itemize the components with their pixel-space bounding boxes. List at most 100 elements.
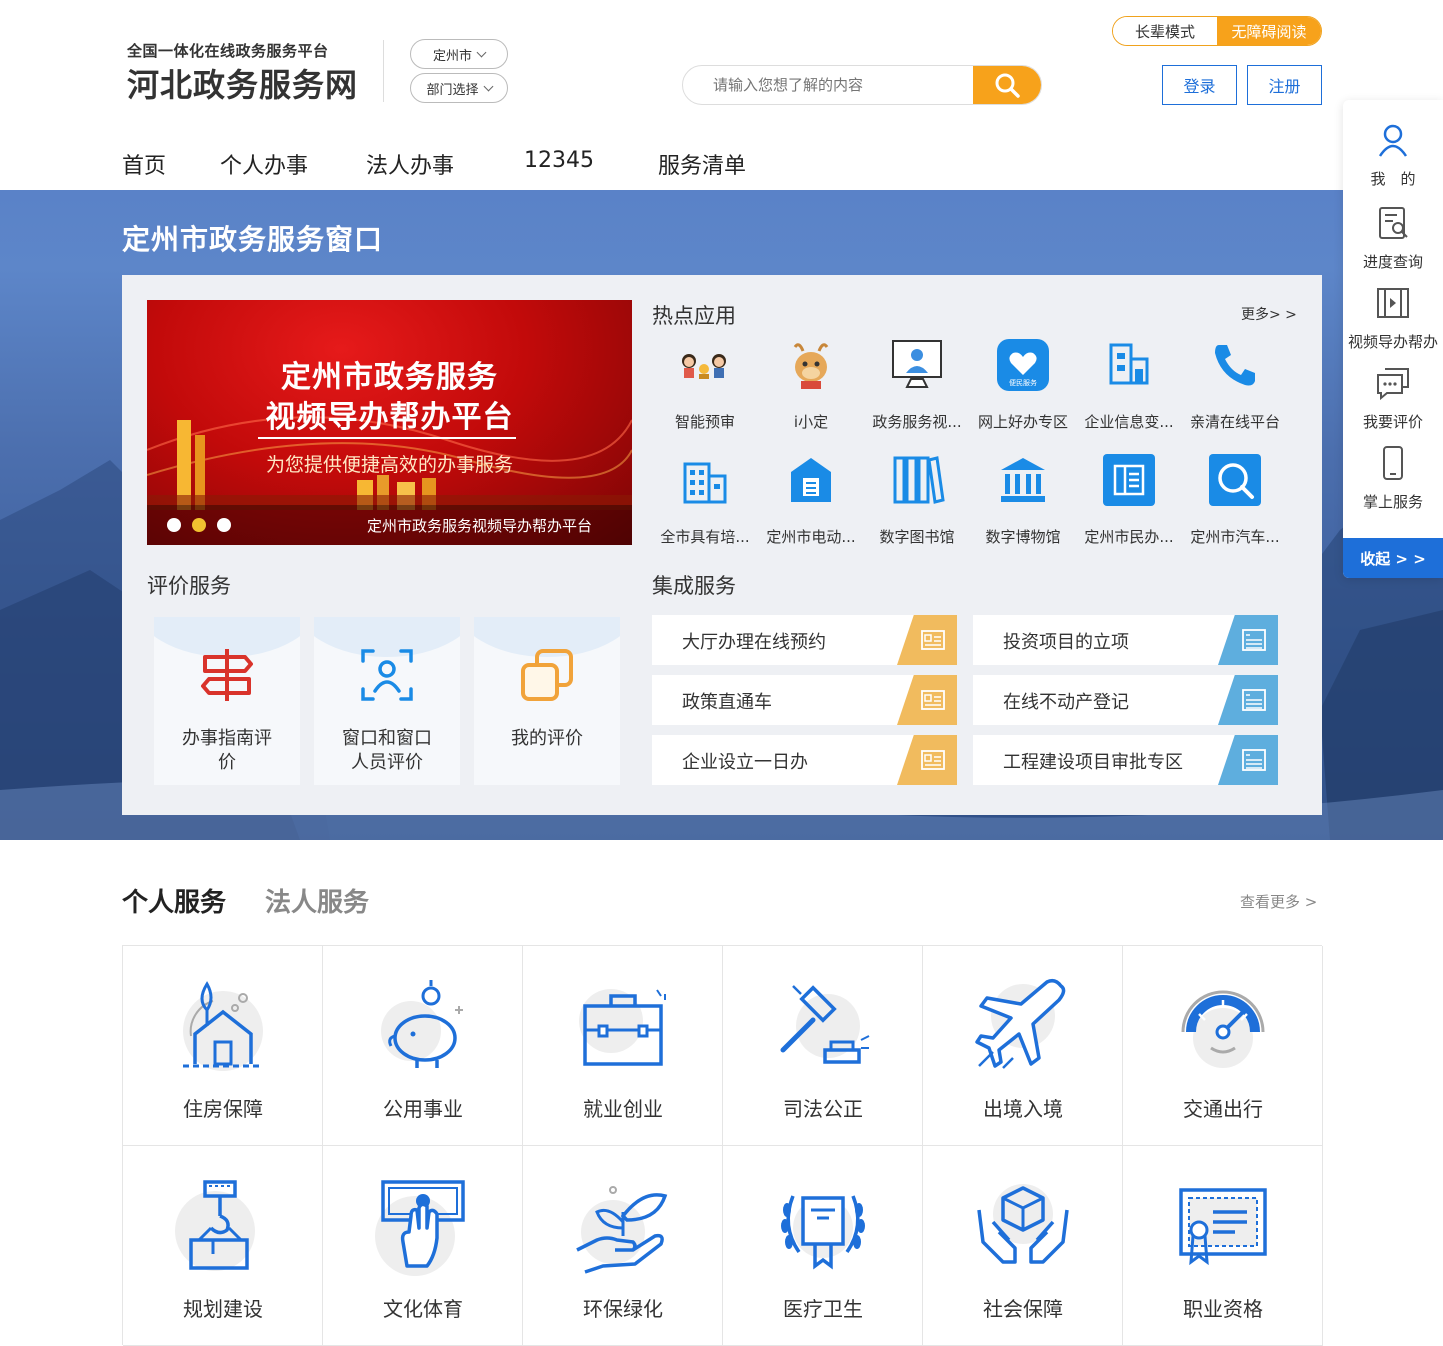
service-item[interactable]: 住房保障 — [123, 946, 323, 1146]
service-item[interactable]: 职业资格 — [1123, 1146, 1323, 1346]
hot-app-item[interactable]: 便民服务 网上好办专区 — [970, 337, 1076, 432]
search-input[interactable] — [683, 66, 973, 104]
service-item[interactable]: 规划建设 — [123, 1146, 323, 1346]
integrated-service-label: 在线不动产登记 — [1003, 692, 1129, 713]
site-logo[interactable]: 河北政务服务网 — [127, 60, 358, 106]
integrated-service-label: 投资项目的立项 — [1003, 632, 1129, 653]
sidebar-item-label: 我要评价 — [1362, 413, 1423, 431]
sidebar-item-label: 掌上服务 — [1362, 493, 1423, 511]
tab-legal-services[interactable]: 法人服务 — [265, 882, 369, 919]
integrated-service-item[interactable]: 投资项目的立项 — [973, 615, 1278, 665]
sidebar-item-mobile[interactable]: 掌上服务 — [1343, 445, 1443, 512]
id-card-icon — [897, 735, 957, 785]
progress-search-icon — [1379, 207, 1408, 239]
accessible-reading-button[interactable]: 无障碍阅读 — [1217, 17, 1321, 45]
integrated-service-item[interactable]: 在线不动产登记 — [973, 675, 1278, 725]
hot-app-item[interactable]: 企业信息变... — [1076, 337, 1182, 432]
carousel-dot[interactable] — [167, 518, 181, 532]
service-item[interactable]: 环保绿化 — [523, 1146, 723, 1346]
plant-hand-icon — [576, 1186, 668, 1274]
elder-mode-button[interactable]: 长辈模式 — [1113, 17, 1217, 45]
eval-item[interactable]: 窗口和窗口人员评价 — [314, 617, 460, 785]
register-button[interactable]: 注册 — [1247, 65, 1322, 105]
sidebar-item-evaluate[interactable]: 我要评价 — [1343, 365, 1443, 432]
service-label: 环保绿化 — [583, 1297, 663, 1321]
hot-apps-more-link[interactable]: 更多> > — [1241, 304, 1297, 324]
signpost-icon — [201, 649, 253, 701]
carousel-dot-active[interactable] — [192, 518, 206, 532]
service-label: 公用事业 — [383, 1097, 463, 1121]
hot-app-item[interactable]: 政务服务视... — [864, 337, 970, 432]
hot-app-item[interactable]: 定州市民办... — [1076, 452, 1182, 547]
login-button[interactable]: 登录 — [1162, 65, 1237, 105]
hot-app-item[interactable]: i小定 — [758, 337, 864, 432]
integrated-service-item[interactable]: 企业设立一日办 — [652, 735, 957, 785]
sidebar-collapse-button[interactable]: 收起 > > — [1343, 538, 1443, 578]
hot-app-item[interactable]: 全市具有培... — [652, 452, 758, 547]
service-item[interactable]: 出境入境 — [923, 946, 1123, 1146]
carousel-dot[interactable] — [217, 518, 231, 532]
sidebar-item-video-guide[interactable]: 视频导办帮办 — [1343, 285, 1443, 352]
people-cartoon-icon — [677, 337, 733, 393]
integrated-service-item[interactable]: 政策直通车 — [652, 675, 957, 725]
search-bar — [682, 65, 1042, 105]
books-icon — [889, 452, 945, 508]
sidebar-item-mine[interactable]: 我 的 — [1343, 122, 1443, 189]
eval-label: 窗口和窗口人员评价 — [342, 728, 432, 773]
nav-service-list[interactable]: 服务清单 — [658, 148, 746, 180]
department-select[interactable]: 部门选择 — [410, 73, 508, 103]
hot-app-item[interactable]: 定州市汽车... — [1182, 452, 1288, 547]
integrated-service-label: 企业设立一日办 — [682, 752, 808, 773]
city-select[interactable]: 定州市 — [410, 39, 508, 69]
nav-personal[interactable]: 个人办事 — [220, 148, 308, 180]
video-icon — [1377, 288, 1409, 318]
services-more-link[interactable]: 查看更多 > — [1240, 891, 1317, 912]
service-item[interactable]: 文化体育 — [323, 1146, 523, 1346]
hot-app-item[interactable]: 智能预审 — [652, 337, 758, 432]
integrated-service-item[interactable]: 大厅办理在线预约 — [652, 615, 957, 665]
briefcase-icon — [579, 989, 666, 1066]
hot-app-item[interactable]: 定州市电动... — [758, 452, 864, 547]
nav-12345[interactable]: 12345 — [524, 148, 594, 173]
hot-app-item[interactable]: 数字图书馆 — [864, 452, 970, 547]
integrated-service-item[interactable]: 工程建设项目审批专区 — [973, 735, 1278, 785]
department-select-value: 部门选择 — [426, 82, 479, 98]
house-doc-icon — [783, 452, 839, 508]
services-grid: 住房保障 公用事业 就业创业 司法公正 出境入境 交通出行 规划建设 文化体育 … — [122, 945, 1323, 1346]
service-item[interactable]: 社会保障 — [923, 1146, 1123, 1346]
service-item[interactable]: 就业创业 — [523, 946, 723, 1146]
museum-icon — [995, 452, 1051, 508]
service-item[interactable]: 医疗卫生 — [723, 1146, 923, 1346]
nav-legal[interactable]: 法人办事 — [366, 148, 454, 180]
floating-sidebar: 我 的 进度查询 视频导办帮办 我要评价 掌上服务 — [1343, 100, 1443, 578]
id-card-icon — [897, 675, 957, 725]
hot-app-label: 定州市电动... — [766, 528, 856, 546]
slide-caption: 定州市政务服务视频导办帮办平台 — [367, 517, 593, 535]
service-item[interactable]: 司法公正 — [723, 946, 923, 1146]
eval-item[interactable]: 办事指南评价 — [154, 617, 300, 785]
gavel-icon — [780, 985, 870, 1064]
squares-icon — [521, 649, 573, 701]
sidebar-item-label: 进度查询 — [1362, 253, 1423, 271]
search-button[interactable] — [973, 66, 1041, 104]
integrated-title: 集成服务 — [652, 574, 736, 598]
sidebar-item-label: 我 的 — [1370, 170, 1416, 188]
sidebar-item-progress[interactable]: 进度查询 — [1343, 205, 1443, 272]
phone-icon — [1207, 337, 1263, 393]
nav-home[interactable]: 首页 — [122, 148, 166, 180]
user-icon — [1378, 124, 1408, 157]
service-label: 规划建设 — [183, 1297, 263, 1321]
hot-app-item[interactable]: 亲清在线平台 — [1182, 337, 1288, 432]
person-scan-icon — [361, 649, 413, 701]
service-label: 社会保障 — [983, 1297, 1063, 1321]
eval-item[interactable]: 我的评价 — [474, 617, 620, 785]
integrated-service-label: 大厅办理在线预约 — [682, 632, 826, 653]
comment-icon — [1377, 368, 1409, 401]
service-item[interactable]: 公用事业 — [323, 946, 523, 1146]
service-item[interactable]: 交通出行 — [1123, 946, 1323, 1146]
hot-app-item[interactable]: 数字博物馆 — [970, 452, 1076, 547]
tab-personal-services[interactable]: 个人服务 — [122, 882, 226, 919]
hot-apps-title: 热点应用 — [652, 304, 736, 328]
eval-label: 我的评价 — [511, 728, 583, 749]
hot-app-label: 政务服务视... — [872, 413, 962, 431]
